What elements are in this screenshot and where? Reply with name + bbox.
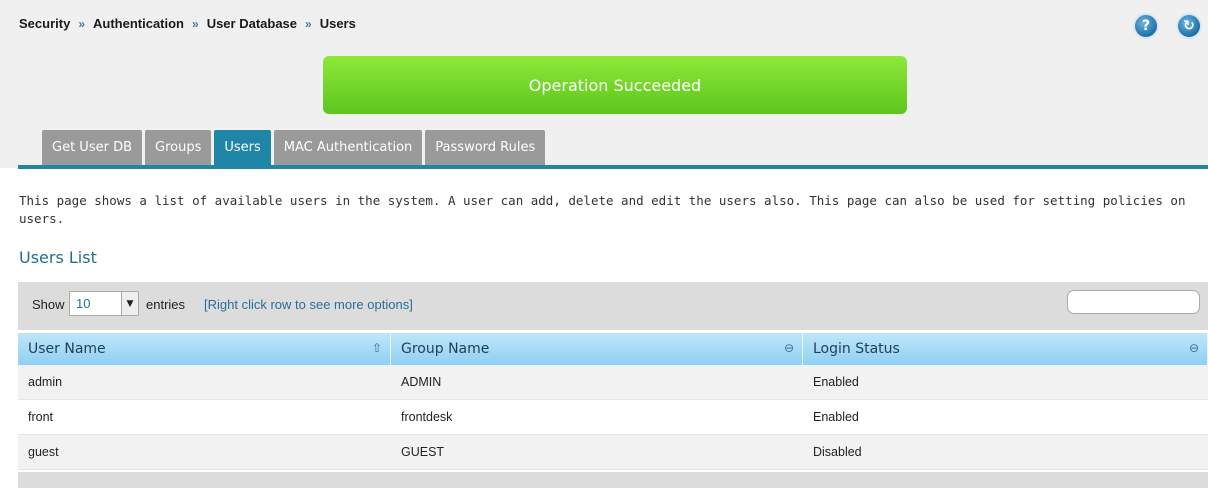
cell-login-status: Enabled — [813, 410, 859, 424]
cell-login-status: Disabled — [813, 445, 862, 459]
success-banner: Operation Succeeded — [323, 56, 907, 114]
cell-user-name: front — [28, 410, 54, 424]
cell-group-name: GUEST — [401, 445, 445, 459]
tab-get-user-db[interactable]: Get User DB — [42, 130, 142, 165]
right-click-hint: [Right click row to see more options] — [204, 297, 413, 312]
breadcrumb-separator: » — [305, 16, 312, 31]
success-message: Operation Succeeded — [528, 75, 702, 95]
column-header-user-name[interactable]: User Name ⇧ — [18, 333, 391, 365]
table-header: User Name ⇧ Group Name ⊖ Login Status ⊖ — [18, 333, 1208, 365]
table-row[interactable]: admin ADMIN Enabled — [18, 365, 1208, 400]
entries-label: entries — [146, 297, 186, 312]
tab-mac-authentication[interactable]: MAC Authentication — [273, 130, 423, 165]
breadcrumb-separator: » — [78, 16, 85, 31]
column-header-group-name[interactable]: Group Name ⊖ — [391, 333, 803, 365]
table-body: admin ADMIN Enabled front frontdesk Enab… — [18, 365, 1208, 470]
breadcrumb-security[interactable]: Security — [19, 16, 70, 31]
show-label: Show — [32, 297, 65, 312]
breadcrumb-users: Users — [319, 16, 356, 31]
entries-value: 10 — [76, 296, 91, 311]
cell-group-name: ADMIN — [401, 375, 442, 389]
cell-user-name: guest — [28, 445, 59, 459]
tab-underline — [18, 165, 1208, 169]
table-row[interactable]: guest GUEST Disabled — [18, 435, 1208, 470]
column-header-label: Login Status — [813, 341, 900, 357]
help-icon[interactable]: ? — [1133, 13, 1159, 39]
table-toolbar: Show 10 ▼ entries [Right click row to se… — [18, 282, 1208, 330]
breadcrumb-separator: » — [192, 16, 199, 31]
refresh-icon[interactable]: ↻ — [1176, 13, 1202, 39]
tab-bar: Get User DB Groups Users MAC Authenticat… — [42, 130, 546, 165]
table-row[interactable]: front frontdesk Enabled — [18, 400, 1208, 435]
cell-login-status: Enabled — [813, 375, 859, 389]
chevron-down-icon[interactable]: ▼ — [121, 292, 138, 315]
breadcrumb-user-database[interactable]: User Database — [207, 16, 297, 31]
entries-select[interactable]: 10 ▼ — [69, 291, 139, 316]
sort-icon[interactable]: ⊖ — [1189, 341, 1199, 355]
tab-users[interactable]: Users — [214, 130, 271, 165]
section-title: Users List — [19, 248, 97, 267]
users-table: User Name ⇧ Group Name ⊖ Login Status ⊖ … — [18, 333, 1208, 470]
breadcrumb-authentication[interactable]: Authentication — [93, 16, 184, 31]
sort-ascending-icon[interactable]: ⇧ — [372, 341, 382, 355]
cell-group-name: frontdesk — [401, 410, 453, 424]
page-description: This page shows a list of available user… — [19, 193, 1186, 226]
tab-groups[interactable]: Groups — [145, 130, 212, 165]
breadcrumb: Security » Authentication » User Databas… — [19, 16, 356, 31]
table-footer — [18, 472, 1208, 488]
sort-icon[interactable]: ⊖ — [784, 341, 794, 355]
column-header-label: User Name — [28, 341, 106, 357]
search-input[interactable] — [1067, 290, 1200, 314]
column-header-login-status[interactable]: Login Status ⊖ — [803, 333, 1208, 365]
column-header-label: Group Name — [401, 341, 490, 357]
tab-password-rules[interactable]: Password Rules — [425, 130, 546, 165]
cell-user-name: admin — [28, 375, 63, 389]
